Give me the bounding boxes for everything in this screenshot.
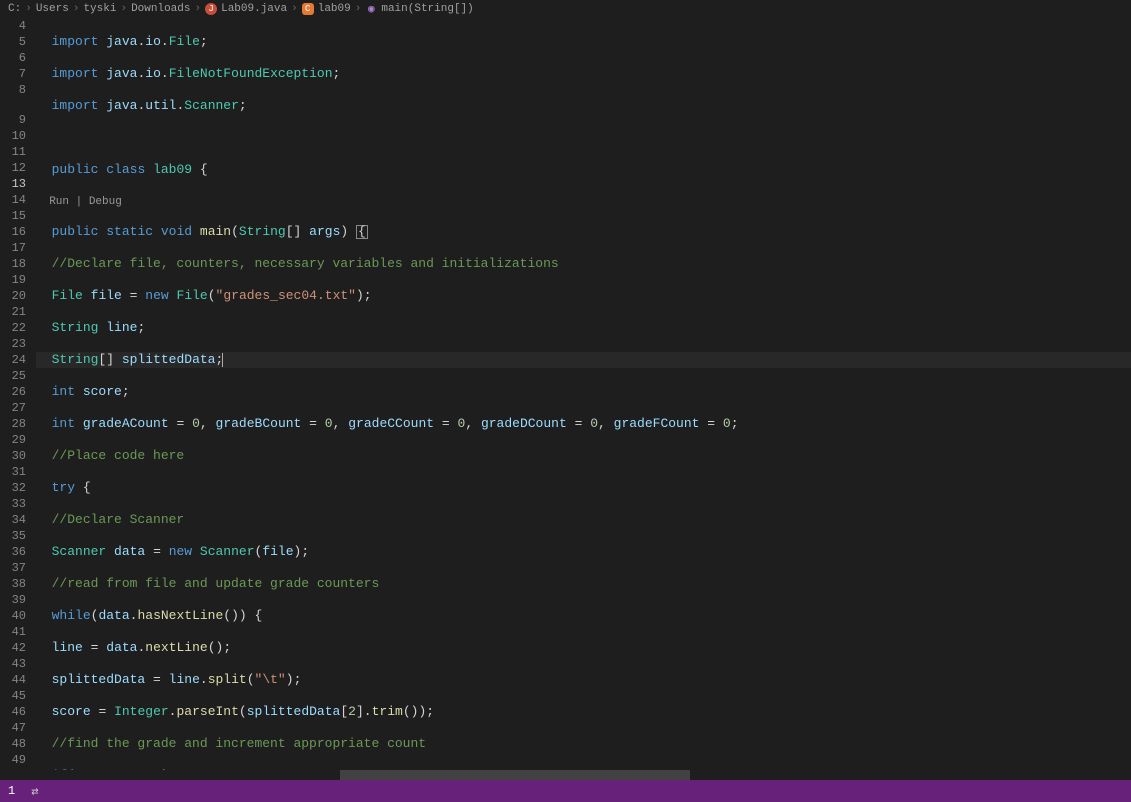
- chevron-right-icon: ›: [73, 3, 80, 15]
- codelens-run[interactable]: Run: [49, 196, 69, 208]
- breadcrumb-seg[interactable]: C:: [8, 3, 21, 15]
- chevron-right-icon: ›: [25, 3, 32, 15]
- breadcrumb-seg[interactable]: main(String[]): [381, 3, 473, 15]
- scrollbar-thumb[interactable]: [340, 770, 690, 780]
- horizontal-scrollbar[interactable]: [0, 770, 1131, 780]
- text-cursor: [222, 353, 223, 367]
- breadcrumb-seg[interactable]: Lab09.java: [221, 3, 287, 15]
- breadcrumb-seg[interactable]: lab09: [318, 3, 351, 15]
- breadcrumb[interactable]: C:› Users› tyski› Downloads› J Lab09.jav…: [0, 0, 1131, 18]
- status-bar: 1 ⇄: [0, 780, 1131, 802]
- breadcrumb-seg[interactable]: tyski: [83, 3, 116, 15]
- line-number-gutter: 45678 9101112 13 14151617181920 21222324…: [0, 18, 36, 770]
- chevron-right-icon: ›: [355, 3, 362, 15]
- class-icon: C: [302, 3, 314, 15]
- breadcrumb-seg[interactable]: Downloads: [131, 3, 190, 15]
- sync-icon[interactable]: ⇄: [27, 780, 42, 802]
- java-file-icon: J: [205, 3, 217, 15]
- code-editor[interactable]: 45678 9101112 13 14151617181920 21222324…: [0, 18, 1131, 770]
- method-icon: ◉: [365, 3, 377, 15]
- breadcrumb-seg[interactable]: Users: [36, 3, 69, 15]
- code-area[interactable]: import java.io.File; import java.io.File…: [36, 18, 1131, 770]
- chevron-right-icon: ›: [194, 3, 201, 15]
- chevron-right-icon: ›: [291, 3, 298, 15]
- chevron-right-icon: ›: [120, 3, 127, 15]
- codelens-debug[interactable]: Debug: [89, 196, 122, 208]
- status-left-number[interactable]: 1: [4, 780, 19, 802]
